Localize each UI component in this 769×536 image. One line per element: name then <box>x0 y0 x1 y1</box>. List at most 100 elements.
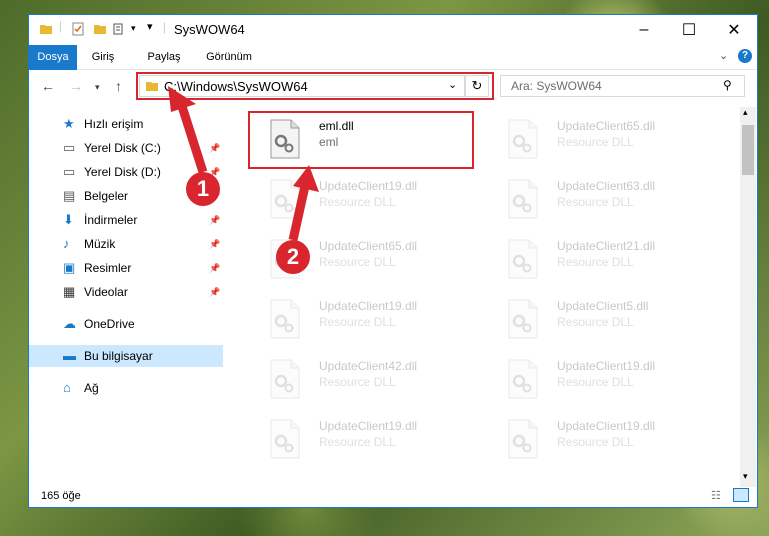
pin-icon[interactable]: 📌 <box>209 233 220 255</box>
sidebar-item[interactable]: ☁ OneDrive <box>29 313 223 335</box>
sidebar-item-label: Yerel Disk (D:) <box>84 165 161 179</box>
file-item[interactable]: UpdateClient63.dll Resource DLL <box>487 173 717 225</box>
close-button[interactable]: ✕ <box>714 15 754 45</box>
recent-locations-icon[interactable]: ▾ <box>95 82 100 93</box>
file-type: Resource DLL <box>319 315 396 329</box>
back-arrow-icon[interactable]: ← <box>41 78 55 94</box>
minimize-button[interactable]: – <box>624 15 664 45</box>
quick-access-toolbar-dropdown-icon[interactable]: ▾ <box>147 20 153 33</box>
sidebar-item-label: Müzik <box>84 237 116 251</box>
pin-icon[interactable]: 📌 <box>209 209 220 231</box>
file-item[interactable]: UpdateClient5.dll Resource DLL <box>487 293 717 345</box>
file-item[interactable]: UpdateClient19.dll Resource DLL <box>249 413 479 465</box>
computer-icon: ▬ <box>63 348 76 363</box>
chevron-down-icon[interactable]: ▾ <box>131 23 136 34</box>
file-name: UpdateClient19.dll <box>319 179 418 193</box>
file-highlight <box>248 111 474 169</box>
dll-file-icon <box>507 299 539 339</box>
sidebar-item[interactable]: ▬ Bu bilgisayar <box>29 345 223 367</box>
file-item[interactable]: UpdateClient19.dll Resource DLL <box>249 293 479 345</box>
step-2-badge: 2 <box>276 240 310 274</box>
file-name: UpdateClient42.dll <box>319 359 418 373</box>
vertical-scrollbar[interactable]: ▴ ▾ <box>740 107 756 487</box>
dll-file-icon <box>507 419 539 459</box>
pin-icon[interactable]: 📌 <box>209 137 220 159</box>
pin-icon[interactable]: 📌 <box>209 257 220 279</box>
file-type: Resource DLL <box>557 255 634 269</box>
downloads-icon: ⬇ <box>63 212 74 227</box>
details-view-icon[interactable]: ☷ <box>711 489 721 502</box>
scroll-up-icon[interactable]: ▴ <box>743 107 748 118</box>
file-name: UpdateClient5.dll <box>557 299 649 313</box>
documents-icon: ▤ <box>63 188 76 203</box>
search-placeholder: Ara: SysWOW64 <box>511 79 602 93</box>
file-name: UpdateClient19.dll <box>319 299 418 313</box>
dll-file-icon <box>269 299 301 339</box>
step-1-badge: 1 <box>186 172 220 206</box>
file-type: Resource DLL <box>557 375 634 389</box>
forward-arrow-icon[interactable]: → <box>69 78 83 94</box>
sidebar-item[interactable]: ▭ Yerel Disk (C:) 📌 <box>29 137 223 159</box>
sidebar-item[interactable]: ▣ Resimler 📌 <box>29 257 223 279</box>
sidebar-item-label: Resimler <box>84 261 132 275</box>
expand-ribbon-icon[interactable]: ⌄ <box>719 49 728 62</box>
folder-icon <box>40 25 52 34</box>
sidebar-item[interactable]: ⬇ İndirmeler 📌 <box>29 209 223 231</box>
dll-file-icon <box>507 119 539 159</box>
sidebar-item-label: Belgeler <box>84 189 129 203</box>
file-item[interactable]: UpdateClient21.dll Resource DLL <box>487 233 717 285</box>
tab-home[interactable]: Giriş <box>85 45 121 69</box>
drive-icon: ▭ <box>63 140 76 155</box>
search-icon: ⚲ <box>723 78 732 92</box>
tab-view[interactable]: Görünüm <box>201 45 257 69</box>
file-item[interactable]: UpdateClient19.dll Resource DLL <box>249 173 479 225</box>
tab-share[interactable]: Paylaş <box>141 45 187 69</box>
pin-icon[interactable]: 📌 <box>209 281 220 303</box>
navigation-pane: ★ Hızlı erişim ▭ Yerel Disk (C:) 📌 ▭ Yerel Dis… <box>29 107 223 477</box>
sidebar-item[interactable]: ▦ Videolar 📌 <box>29 281 223 303</box>
status-bar: 165 öğe ☷ <box>29 487 757 507</box>
file-item[interactable]: UpdateClient19.dll Resource DLL <box>487 353 717 405</box>
videos-icon: ▦ <box>63 284 76 299</box>
customize-icon[interactable] <box>113 22 127 36</box>
sidebar-item[interactable]: ⌂ Ağ <box>29 377 223 399</box>
dll-file-icon <box>507 359 539 399</box>
large-icons-view-icon[interactable] <box>733 488 749 502</box>
scroll-down-icon[interactable]: ▾ <box>743 471 748 482</box>
sidebar-item-label: İndirmeler <box>84 213 138 227</box>
sidebar-item-label: Yerel Disk (C:) <box>84 141 161 155</box>
dll-file-icon <box>269 359 301 399</box>
up-arrow-icon[interactable]: ↑ <box>115 78 122 94</box>
file-type: Resource DLL <box>319 375 396 389</box>
file-name: UpdateClient19.dll <box>557 419 656 433</box>
address-bar-highlight <box>136 72 494 100</box>
file-item[interactable]: UpdateClient19.dll Resource DLL <box>487 413 717 465</box>
file-type: Resource DLL <box>319 255 396 269</box>
navigation-bar: ← → ▾ ↑ C:\Windows\SysWOW64 ⌄ ↻ Ara: Sys… <box>29 70 757 104</box>
search-input[interactable]: Ara: SysWOW64 ⚲ <box>500 75 745 97</box>
file-type: Resource DLL <box>319 195 396 209</box>
sidebar-item[interactable]: ★ Hızlı erişim <box>29 113 223 135</box>
file-name: UpdateClient63.dll <box>557 179 656 193</box>
item-count: 165 öğe <box>41 490 81 502</box>
file-name: UpdateClient65.dll <box>319 239 418 253</box>
file-list: eml.dll eml UpdateClient65.dll Resource DLL… <box>229 107 739 477</box>
file-item[interactable]: UpdateClient42.dll Resource DLL <box>249 353 479 405</box>
drive-icon: ▭ <box>63 164 76 179</box>
sidebar-item-label: Ağ <box>84 381 99 395</box>
cloud-icon: ☁ <box>63 316 76 331</box>
file-item[interactable]: UpdateClient65.dll Resource DLL <box>487 113 717 165</box>
scrollbar-thumb[interactable] <box>742 125 754 175</box>
dll-file-icon <box>269 419 301 459</box>
dll-file-icon <box>269 179 301 219</box>
star-icon: ★ <box>63 116 75 131</box>
dll-file-icon <box>507 239 539 279</box>
sidebar-item[interactable]: ♪ Müzik 📌 <box>29 233 223 255</box>
maximize-button[interactable]: ☐ <box>669 15 709 45</box>
new-folder-icon[interactable] <box>93 22 107 36</box>
pictures-icon: ▣ <box>63 260 76 275</box>
properties-icon[interactable] <box>71 22 85 36</box>
file-name: UpdateClient21.dll <box>557 239 656 253</box>
music-icon: ♪ <box>63 236 70 251</box>
help-icon[interactable]: ? <box>738 49 752 63</box>
